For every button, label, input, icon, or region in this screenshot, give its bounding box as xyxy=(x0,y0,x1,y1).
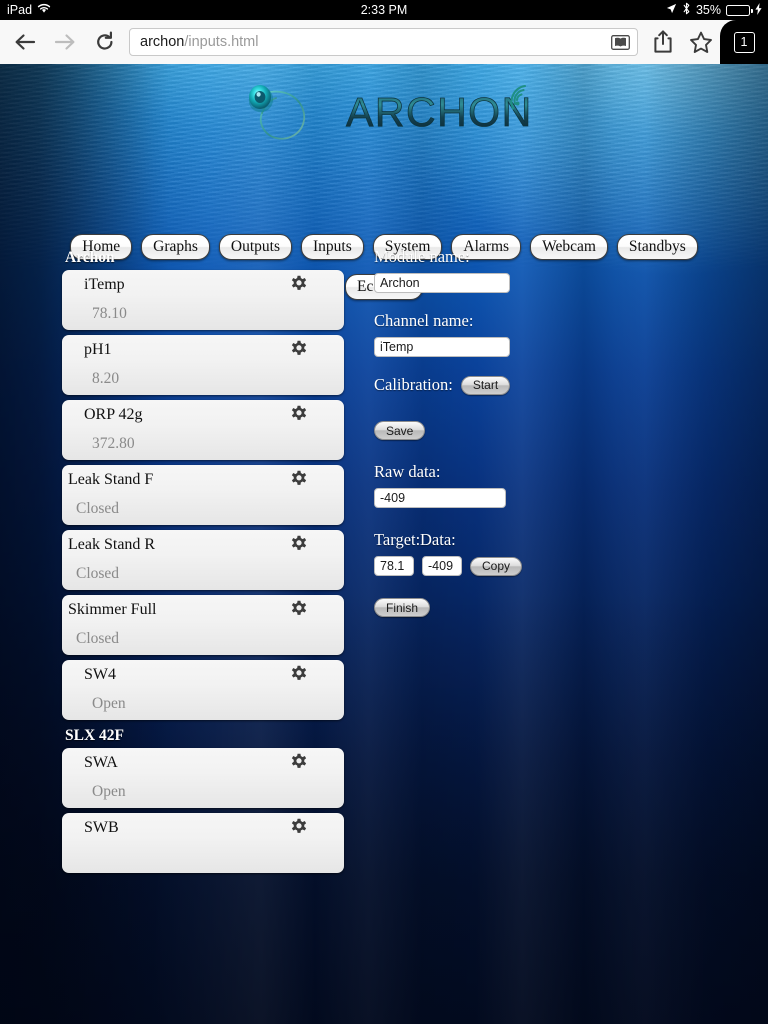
channel-name-label: Channel name: xyxy=(374,311,474,330)
channel-title: pH1 xyxy=(84,341,112,358)
list-item[interactable]: Leak Stand F Closed xyxy=(62,465,344,525)
ipad-safari-screen: iPad 2:33 PM 35% archon/inputs.html 1 AR… xyxy=(0,0,768,1024)
calibration-label: Calibration: xyxy=(374,375,453,394)
channel-title: Leak Stand F xyxy=(68,471,154,488)
page-content: ARCHON Home Graphs Outputs Inputs System xyxy=(0,64,768,1024)
channel-title: ORP 42g xyxy=(84,406,143,423)
gear-icon[interactable] xyxy=(290,818,308,836)
bluetooth-icon xyxy=(682,2,691,18)
channel-title: SWA xyxy=(84,754,118,771)
module-name-input[interactable] xyxy=(374,273,510,293)
channel-title: SW4 xyxy=(84,666,116,683)
copy-button[interactable]: Copy xyxy=(470,556,523,576)
url-path: /inputs.html xyxy=(184,34,259,50)
reload-icon[interactable] xyxy=(85,20,125,64)
ios-status-bar: iPad 2:33 PM 35% xyxy=(0,0,768,20)
target-data-labels-row: Target: Data: xyxy=(374,530,714,550)
channel-name-input[interactable] xyxy=(374,337,510,357)
safari-toolbar: archon/inputs.html 1 xyxy=(0,20,768,64)
channel-value: 372.80 xyxy=(92,435,135,452)
gear-icon[interactable] xyxy=(290,275,308,293)
raw-data-input[interactable] xyxy=(374,488,506,508)
site-logo: ARCHON xyxy=(0,76,768,146)
forward-arrow-icon[interactable] xyxy=(45,20,85,64)
channel-value: Open xyxy=(92,783,126,800)
data-label: Data: xyxy=(420,530,456,549)
list-item[interactable]: SW4 Open xyxy=(62,660,344,720)
channel-value: Closed xyxy=(76,565,120,582)
channel-value: Open xyxy=(92,695,126,712)
raw-data-label: Raw data: xyxy=(374,462,441,481)
channel-list: Archon iTemp 78.10 pH1 8.20 ORP 42g 372.… xyxy=(62,249,344,878)
status-bar-right: 35% xyxy=(666,2,762,18)
url-host: archon xyxy=(140,34,185,50)
channel-value: Closed xyxy=(76,630,120,647)
channel-title: Skimmer Full xyxy=(68,601,157,618)
list-item[interactable]: iTemp 78.10 xyxy=(62,270,344,330)
list-item[interactable]: SWB xyxy=(62,813,344,873)
list-item[interactable]: Skimmer Full Closed xyxy=(62,595,344,655)
battery-icon xyxy=(726,4,753,16)
location-arrow-icon xyxy=(666,3,677,17)
reader-view-icon[interactable] xyxy=(609,33,631,51)
channel-title: iTemp xyxy=(84,276,125,293)
status-bar-clock: 2:33 PM xyxy=(360,3,408,17)
channel-settings-form: Module name: Channel name: Calibration: … xyxy=(374,247,714,617)
bookmark-star-icon[interactable] xyxy=(682,20,720,64)
target-label: Target: xyxy=(374,530,421,549)
channel-value: 78.10 xyxy=(92,305,127,322)
address-bar[interactable]: archon/inputs.html xyxy=(129,28,638,56)
target-data-inputs-row: Copy xyxy=(374,556,714,576)
archon-swirl-logo-icon: ARCHON xyxy=(248,84,533,140)
battery-percent-label: 35% xyxy=(695,3,721,17)
channel-title: Leak Stand R xyxy=(68,536,156,553)
gear-icon[interactable] xyxy=(290,535,308,553)
save-button[interactable]: Save xyxy=(374,421,426,440)
channel-group-header-slx42f: SLX 42F xyxy=(65,727,124,744)
channel-title: SWB xyxy=(84,819,119,836)
channel-group-header-archon: Archon xyxy=(65,249,115,266)
gear-icon[interactable] xyxy=(290,753,308,771)
tab-switcher-button[interactable]: 1 xyxy=(720,20,768,64)
gear-icon[interactable] xyxy=(290,665,308,683)
target-value-input[interactable] xyxy=(374,556,414,576)
list-item[interactable]: SWA Open xyxy=(62,748,344,808)
web-page-viewport: ARCHON Home Graphs Outputs Inputs System xyxy=(0,64,768,1024)
gear-icon[interactable] xyxy=(290,405,308,423)
list-item[interactable]: pH1 8.20 xyxy=(62,335,344,395)
back-arrow-icon[interactable] xyxy=(5,20,45,64)
tab-count-label: 1 xyxy=(733,31,755,53)
share-icon[interactable] xyxy=(644,20,682,64)
charging-bolt-icon xyxy=(755,2,762,18)
module-name-label: Module name: xyxy=(374,247,470,266)
gear-icon[interactable] xyxy=(290,470,308,488)
channel-value: Closed xyxy=(76,500,120,517)
gear-icon[interactable] xyxy=(290,340,308,358)
calibration-row: Calibration: Start xyxy=(374,375,714,395)
save-row: Save xyxy=(374,421,714,440)
list-item[interactable]: ORP 42g 372.80 xyxy=(62,400,344,460)
url-text: archon/inputs.html xyxy=(140,34,259,50)
calibration-start-button[interactable]: Start xyxy=(460,375,511,395)
finish-button[interactable]: Finish xyxy=(374,598,431,617)
gear-icon[interactable] xyxy=(290,600,308,618)
finish-row: Finish xyxy=(374,598,714,617)
data-value-input[interactable] xyxy=(422,556,462,576)
svg-text:ARCHON: ARCHON xyxy=(346,89,533,135)
channel-value: 8.20 xyxy=(92,370,120,387)
list-item[interactable]: Leak Stand R Closed xyxy=(62,530,344,590)
